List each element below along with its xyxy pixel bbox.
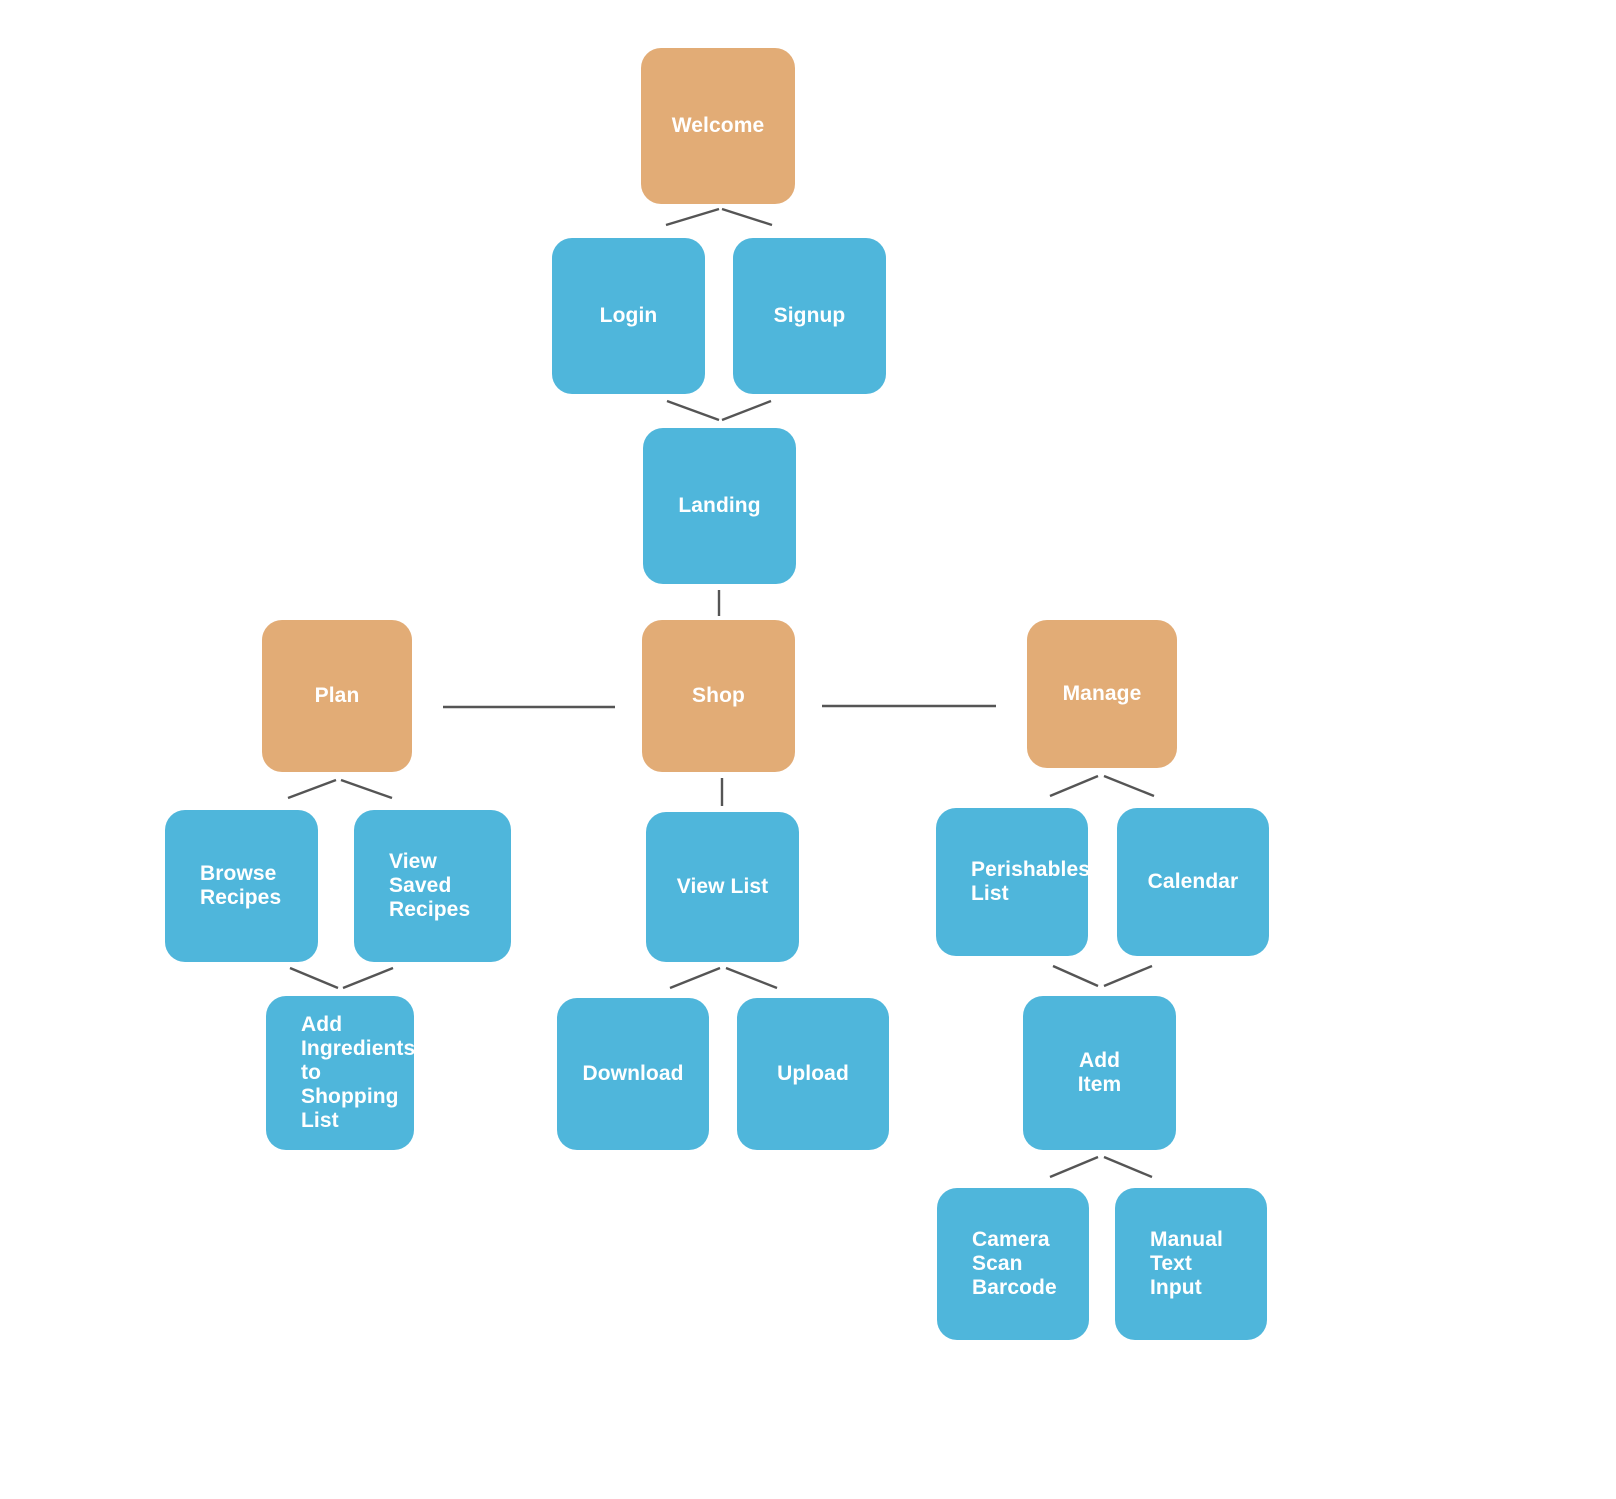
node-label-login: Login bbox=[599, 303, 658, 327]
node-label-viewsaved: View Saved Recipes bbox=[389, 849, 471, 922]
connector-viewlist-download bbox=[669, 966, 721, 990]
connector-plan-browse bbox=[287, 778, 337, 800]
connector-browse-addingr bbox=[289, 966, 339, 990]
connector-viewsaved-addingr bbox=[342, 966, 394, 990]
node-manualtext[interactable]: Manual Text Input bbox=[1115, 1188, 1267, 1340]
connector-welcome-login bbox=[665, 207, 720, 227]
node-label-calendar: Calendar bbox=[1147, 869, 1239, 893]
node-addingr[interactable]: Add Ingredients to Shopping List bbox=[266, 996, 414, 1150]
node-label-signup: Signup bbox=[773, 303, 846, 327]
node-shop[interactable]: Shop bbox=[642, 620, 795, 772]
node-perishables[interactable]: Perishables List bbox=[936, 808, 1088, 956]
node-label-browse: Browse Recipes bbox=[200, 861, 282, 909]
node-upload[interactable]: Upload bbox=[737, 998, 889, 1150]
connector-signup-landing bbox=[721, 399, 772, 422]
node-viewsaved[interactable]: View Saved Recipes bbox=[354, 810, 511, 962]
node-label-upload: Upload bbox=[777, 1061, 849, 1085]
node-label-manage: Manage bbox=[1062, 681, 1142, 705]
node-label-landing: Landing bbox=[678, 493, 761, 517]
node-welcome[interactable]: Welcome bbox=[641, 48, 795, 204]
connector-viewlist-upload bbox=[725, 966, 778, 990]
node-signup[interactable]: Signup bbox=[733, 238, 886, 394]
node-landing[interactable]: Landing bbox=[643, 428, 796, 584]
sitemap-diagram: Welcome Login Signup Landing Plan Shop Manage B… bbox=[0, 0, 1616, 1499]
node-label-shop: Shop bbox=[692, 683, 745, 707]
node-calendar[interactable]: Calendar bbox=[1117, 808, 1269, 956]
node-label-plan: Plan bbox=[314, 683, 360, 707]
node-login[interactable]: Login bbox=[552, 238, 705, 394]
node-label-download: Download bbox=[582, 1061, 684, 1085]
node-label-viewlist: View List bbox=[676, 874, 769, 898]
node-camera[interactable]: Camera Scan Barcode bbox=[937, 1188, 1089, 1340]
node-label-perishables: Perishables List bbox=[971, 857, 1088, 905]
connector-additem-camera bbox=[1049, 1155, 1099, 1179]
node-download[interactable]: Download bbox=[557, 998, 709, 1150]
connector-login-landing bbox=[666, 399, 720, 422]
connector-manage-perishables bbox=[1049, 774, 1099, 798]
node-label-manualtext: Manual Text Input bbox=[1150, 1227, 1223, 1300]
node-additem[interactable]: Add Item bbox=[1023, 996, 1176, 1150]
node-browse[interactable]: Browse Recipes bbox=[165, 810, 318, 962]
connector-welcome-signup bbox=[721, 207, 773, 227]
node-label-welcome: Welcome bbox=[671, 113, 765, 137]
node-manage[interactable]: Manage bbox=[1027, 620, 1177, 768]
node-label-camera: Camera Scan Barcode bbox=[972, 1227, 1057, 1300]
node-label-addingr: Add Ingredients to Shopping List bbox=[301, 1012, 414, 1133]
connector-plan-viewsaved bbox=[340, 778, 393, 800]
connector-manage-calendar bbox=[1103, 774, 1155, 798]
connector-additem-manualtext bbox=[1103, 1155, 1153, 1179]
connector-calendar-additem bbox=[1103, 964, 1153, 988]
connector-layer bbox=[287, 207, 1155, 1179]
node-plan[interactable]: Plan bbox=[262, 620, 412, 772]
node-viewlist[interactable]: View List bbox=[646, 812, 799, 962]
connector-perishables-additem bbox=[1052, 964, 1099, 988]
node-label-additem: Add Item bbox=[1077, 1048, 1122, 1096]
